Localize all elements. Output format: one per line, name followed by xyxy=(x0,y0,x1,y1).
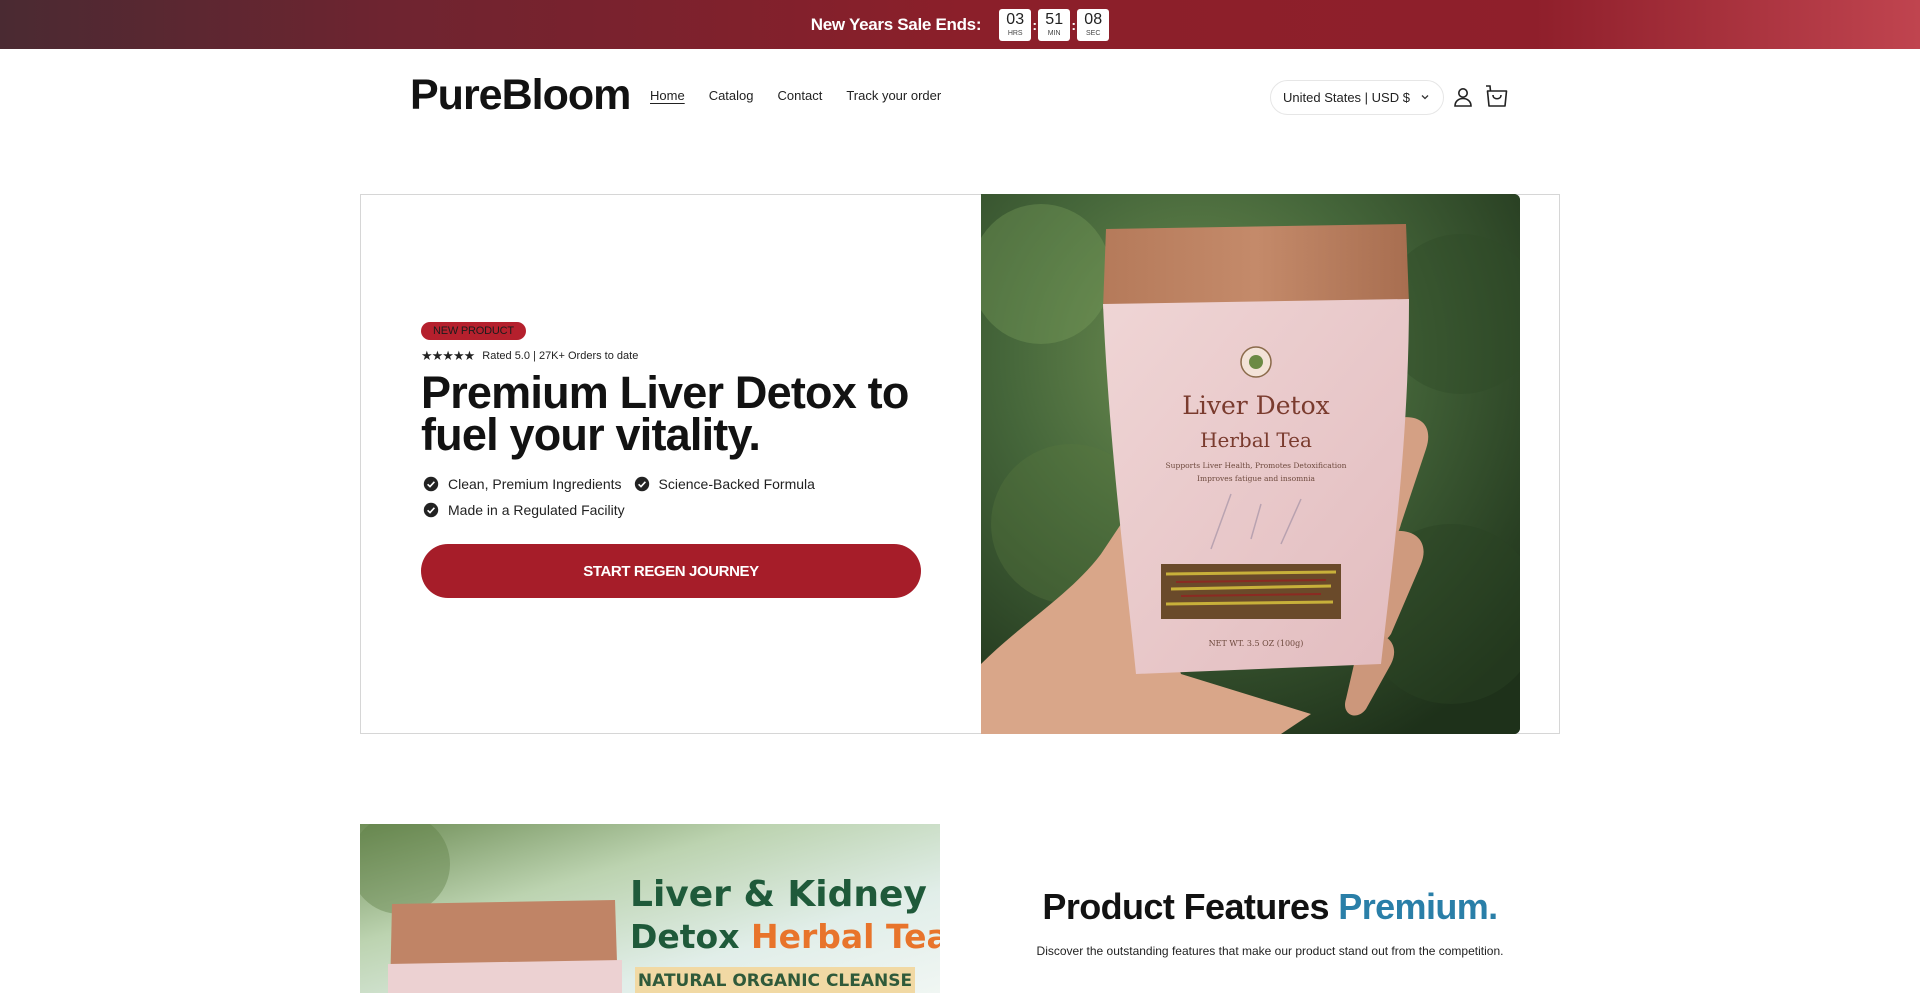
features-product-image: Liver & Kidney Detox Herbal Tea NATURAL … xyxy=(360,824,940,993)
benefit-label: Science-Backed Formula xyxy=(658,476,815,492)
features-image-title-line1: Liver & Kidney xyxy=(630,874,927,915)
benefit-label: Clean, Premium Ingredients xyxy=(448,476,622,492)
product-photo: Liver Detox Herbal Tea Supports Liver He… xyxy=(981,194,1520,734)
svg-text:Detox Herbal Tea: Detox Herbal Tea xyxy=(630,917,940,956)
timer-minutes: 51 MIN xyxy=(1038,8,1071,41)
main-nav: Home Catalog Contact Track your order xyxy=(650,88,941,103)
countdown-timer: 03 HRS : 51 MIN : 08 SEC xyxy=(999,8,1110,41)
hero-product-image: Liver Detox Herbal Tea Supports Liver He… xyxy=(981,194,1520,734)
start-regen-journey-button[interactable]: START REGEN JOURNEY xyxy=(421,544,921,598)
pouch-tagline2: Improves fatigue and insomnia xyxy=(1197,474,1315,483)
nav-track-order[interactable]: Track your order xyxy=(846,88,941,103)
hero-content: NEW PRODUCT ★★★★★ Rated 5.0 | 27K+ Order… xyxy=(421,321,941,598)
site-logo[interactable]: PureBloom xyxy=(410,71,631,120)
nav-contact[interactable]: Contact xyxy=(778,88,823,103)
features-image-title-part-b: Herbal Tea xyxy=(751,917,940,956)
timer-separator: : xyxy=(1032,16,1038,33)
new-product-badge: NEW PRODUCT xyxy=(421,322,526,340)
features-photo: Liver & Kidney Detox Herbal Tea NATURAL … xyxy=(360,824,940,993)
benefit-item: Science-Backed Formula xyxy=(632,476,815,492)
rating-row: ★★★★★ Rated 5.0 | 27K+ Orders to date xyxy=(421,348,941,364)
timer-seconds-unit: SEC xyxy=(1086,30,1101,37)
features-title: Product Features Premium. xyxy=(1030,886,1510,928)
country-currency-selector[interactable]: United States | USD $ xyxy=(1270,80,1444,115)
sale-countdown-label: New Years Sale Ends: xyxy=(810,14,982,34)
pouch-title-line2: Herbal Tea xyxy=(1200,428,1312,452)
hero-headline: Premium Liver Detox to fuel your vitalit… xyxy=(421,367,909,460)
rating-text: Rated 5.0 | 27K+ Orders to date xyxy=(482,350,639,362)
pouch-net-weight: NET WT. 3.5 OZ (100g) xyxy=(1209,639,1304,648)
timer-separator: : xyxy=(1071,16,1077,33)
nav-catalog[interactable]: Catalog xyxy=(709,88,754,103)
timer-seconds: 08 SEC xyxy=(1077,8,1110,41)
site-header: PureBloom Home Catalog Contact Track you… xyxy=(0,49,1920,145)
benefits-list: Clean, Premium Ingredients Science-Backe… xyxy=(421,476,941,518)
pouch-tagline1: Supports Liver Health, Promotes Detoxifi… xyxy=(1166,461,1347,470)
announcement-bar: New Years Sale Ends: 03 HRS : 51 MIN : 0… xyxy=(0,0,1920,49)
timer-hours-value: 03 xyxy=(1006,11,1025,28)
nav-home[interactable]: Home xyxy=(650,88,685,103)
benefit-item: Made in a Regulated Facility xyxy=(421,502,931,518)
country-currency-label: United States | USD $ xyxy=(1283,90,1410,105)
benefit-item: Clean, Premium Ingredients xyxy=(421,476,622,492)
features-image-banner: NATURAL ORGANIC CLEANSE xyxy=(638,971,912,991)
cart-icon[interactable] xyxy=(1483,82,1511,110)
hero-section: NEW PRODUCT ★★★★★ Rated 5.0 | 27K+ Order… xyxy=(360,194,1560,734)
features-image-title-part-a: Detox xyxy=(630,917,751,956)
user-icon[interactable] xyxy=(1451,85,1475,109)
check-badge-icon xyxy=(423,476,439,492)
timer-hours-unit: HRS xyxy=(1007,30,1023,37)
check-badge-icon xyxy=(423,502,439,518)
timer-minutes-unit: MIN xyxy=(1047,30,1061,37)
benefit-label: Made in a Regulated Facility xyxy=(448,502,625,518)
pouch-title-line1: Liver Detox xyxy=(1182,391,1329,420)
star-rating-icon: ★★★★★ xyxy=(421,348,475,363)
chevron-down-icon xyxy=(1421,95,1429,100)
features-subtitle: Discover the outstanding features that m… xyxy=(1036,944,1504,958)
features-title-main: Product Features xyxy=(1042,886,1329,927)
timer-seconds-value: 08 xyxy=(1084,11,1103,28)
timer-minutes-value: 51 xyxy=(1045,11,1064,28)
timer-hours: 03 HRS xyxy=(999,8,1032,41)
check-badge-icon xyxy=(634,476,649,492)
features-title-accent: Premium. xyxy=(1338,886,1498,927)
